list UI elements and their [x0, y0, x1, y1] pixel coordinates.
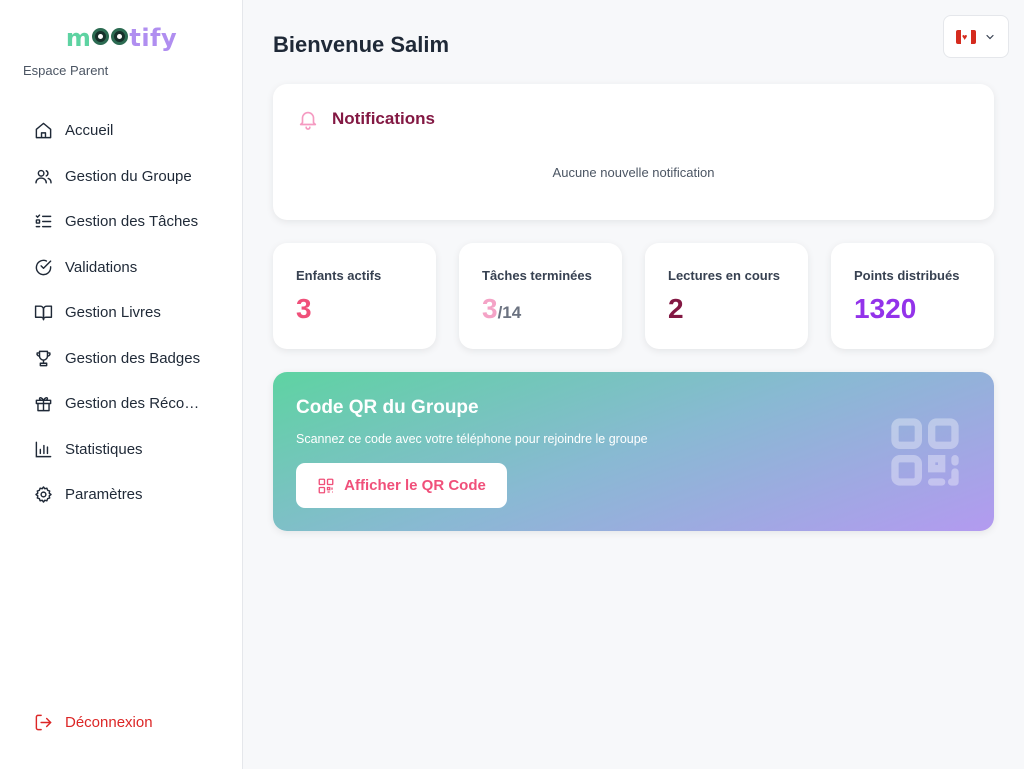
page-title: Bienvenue Salim — [273, 32, 450, 57]
gear-icon — [35, 486, 52, 503]
stat-label: Enfants actifs — [296, 268, 382, 283]
stat-value: 2 — [668, 293, 684, 324]
sidebar-item-accueil[interactable]: Accueil — [0, 108, 243, 154]
stat-card-lectures: Lectures en cours 2 — [645, 243, 808, 349]
notifications-title: Notifications — [332, 109, 435, 128]
sidebar-item-label: Paramètres — [65, 486, 143, 504]
sidebar-item-statistiques[interactable]: Statistiques — [0, 427, 243, 473]
sidebar-item-validations[interactable]: Validations — [0, 245, 243, 291]
notifications-empty-text: Aucune nouvelle notification — [552, 165, 715, 180]
qr-code-icon — [891, 418, 959, 486]
bar-chart-icon — [35, 441, 52, 458]
logout-icon — [35, 714, 52, 731]
language-selector[interactable] — [943, 15, 1009, 58]
sidebar-item-gestion-taches[interactable]: Gestion des Tâches — [0, 199, 243, 245]
check-circle-icon — [35, 259, 52, 276]
notifications-card: Notifications Aucune nouvelle notificati… — [273, 84, 994, 220]
sidebar-item-parametres[interactable]: Paramètres — [0, 472, 243, 518]
stat-value: 1320 — [854, 293, 917, 324]
stat-value: 3/14 — [482, 293, 522, 324]
gift-icon — [35, 397, 52, 412]
sidebar-item-label: Statistiques — [65, 440, 143, 458]
stat-label: Points distribués — [854, 268, 960, 283]
qr-title: Code QR du Groupe — [296, 397, 479, 418]
notifications-header: Notifications — [297, 108, 435, 130]
stat-total: /14 — [497, 303, 522, 322]
sidebar: m tify Espace Parent Accueil Gestion du G… — [0, 0, 243, 769]
sidebar-subtitle: Espace Parent — [23, 63, 109, 78]
sidebar-item-gestion-groupe[interactable]: Gestion du Groupe — [0, 154, 243, 200]
sidebar-item-label: Gestion des Réco… — [65, 395, 200, 413]
stat-card-points: Points distribués 1320 — [831, 243, 994, 349]
logout-button[interactable]: Déconnexion — [34, 713, 153, 732]
canada-flag-icon — [956, 29, 976, 44]
logout-label: Déconnexion — [65, 714, 153, 731]
stat-label: Lectures en cours — [668, 268, 780, 283]
home-icon — [35, 122, 52, 139]
sidebar-item-label: Validations — [65, 258, 138, 276]
stat-card-taches: Tâches terminées 3/14 — [459, 243, 622, 349]
qr-description: Scannez ce code avec votre téléphone pou… — [296, 432, 648, 446]
stat-value: 3 — [296, 293, 312, 324]
book-icon — [34, 305, 53, 321]
sidebar-item-gestion-livres[interactable]: Gestion Livres — [0, 290, 243, 336]
qr-code-icon — [318, 478, 334, 493]
task-list-icon — [35, 214, 52, 228]
sidebar-item-label: Gestion du Groupe — [65, 167, 192, 185]
trophy-icon — [36, 350, 51, 367]
sidebar-item-gestion-recompenses[interactable]: Gestion des Réco… — [0, 381, 243, 427]
qr-code-card: Code QR du Groupe Scannez ce code avec v… — [273, 372, 994, 531]
sidebar-item-label: Accueil — [65, 122, 114, 140]
users-icon — [35, 169, 52, 184]
chevron-down-icon — [986, 34, 994, 39]
show-qr-code-button[interactable]: Afficher le QR Code — [296, 463, 507, 508]
bell-icon — [299, 111, 317, 130]
sidebar-item-label: Gestion des Tâches — [65, 213, 199, 231]
sidebar-nav: Accueil Gestion du Groupe Gestion des Tâ… — [0, 108, 243, 518]
sidebar-item-label: Gestion des Badges — [65, 349, 201, 367]
stat-label: Tâches terminées — [482, 268, 592, 283]
sidebar-item-gestion-badges[interactable]: Gestion des Badges — [0, 336, 243, 382]
sidebar-item-label: Gestion Livres — [65, 304, 161, 322]
show-qr-code-label: Afficher le QR Code — [344, 477, 486, 494]
app-logo: m tify — [65, 24, 178, 52]
stat-card-enfants: Enfants actifs 3 — [273, 243, 436, 349]
